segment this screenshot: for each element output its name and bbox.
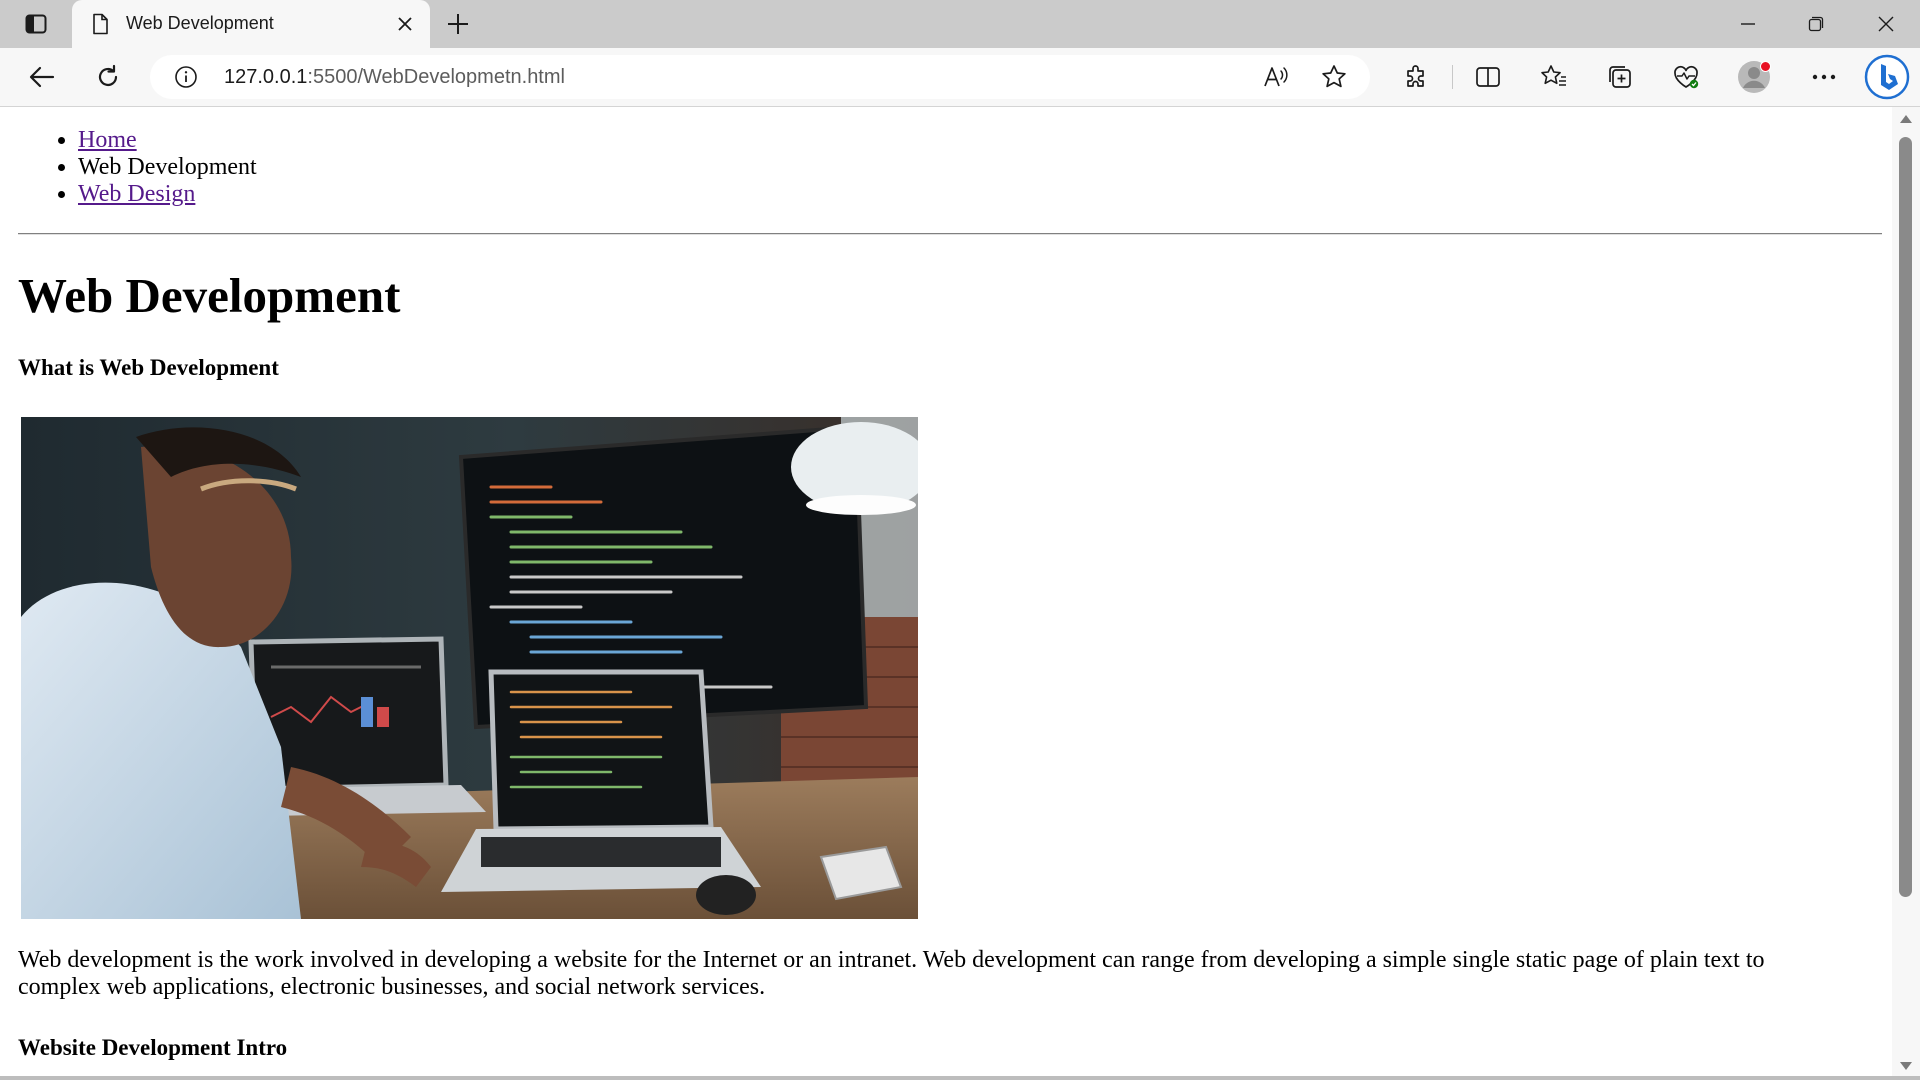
tab-strip: Web Development (0, 0, 1920, 48)
section-heading-intro: Website Development Intro (18, 1035, 288, 1060)
favorites-icon (1541, 65, 1566, 86)
browser-toolbar: 127.0.0.1:5500/WebDevelopmetn.html (0, 48, 1920, 106)
active-tab[interactable]: Web Development (72, 0, 430, 48)
more-icon (1812, 74, 1836, 80)
puzzle-icon (1407, 65, 1424, 87)
more-button[interactable] (1804, 57, 1844, 97)
vertical-tabs-icon (25, 14, 47, 34)
split-screen-button[interactable] (1468, 57, 1508, 97)
split-screen-icon (1476, 67, 1500, 87)
nav-link-home[interactable]: Home (78, 127, 137, 153)
tab-actions-button[interactable] (14, 10, 58, 38)
nav-item-web-design: Web Design (78, 181, 257, 208)
window-bottom-edge (0, 1076, 1920, 1080)
scroll-up-arrow-icon[interactable] (1900, 115, 1912, 123)
vertical-scrollbar[interactable] (1892, 107, 1920, 1080)
back-arrow-icon (29, 66, 55, 88)
close-window-button[interactable] (1852, 0, 1920, 48)
nav-item-web-development: Web Development (78, 154, 257, 181)
close-icon (1878, 16, 1894, 32)
url-path: :5500/WebDevelopmetn.html (307, 66, 565, 88)
minimize-icon (1741, 23, 1755, 25)
address-bar[interactable]: 127.0.0.1:5500/WebDevelopmetn.html (150, 55, 1370, 99)
read-aloud-icon (1264, 67, 1288, 87)
nav-item-home: Home (78, 127, 257, 154)
read-aloud-button[interactable] (1258, 59, 1294, 95)
scroll-down-arrow-icon[interactable] (1900, 1062, 1912, 1070)
copilot-button[interactable] (1864, 54, 1910, 100)
star-icon (1322, 65, 1346, 88)
back-button[interactable] (22, 57, 62, 97)
profile-button[interactable] (1734, 57, 1774, 97)
close-icon (398, 17, 412, 31)
new-tab-button[interactable] (440, 9, 476, 39)
intro-paragraph: Web development is the work involved in … (18, 947, 1765, 1000)
notification-dot (1760, 61, 1771, 72)
minimize-button[interactable] (1714, 0, 1782, 48)
section-heading-what-is: What is Web Development (18, 355, 279, 380)
toolbar-separator (1452, 65, 1453, 89)
site-nav: Home Web Development Web Design (6, 127, 257, 208)
performance-button[interactable] (1666, 57, 1706, 97)
heart-pulse-icon (1674, 65, 1699, 89)
extensions-button[interactable] (1396, 57, 1436, 97)
tab-title: Web Development (126, 13, 274, 33)
refresh-button[interactable] (88, 57, 128, 97)
url-text[interactable]: 127.0.0.1:5500/WebDevelopmetn.html (224, 66, 565, 89)
restore-button[interactable] (1782, 0, 1850, 48)
collections-button[interactable] (1600, 57, 1640, 97)
developer-workspace-photo (21, 417, 918, 919)
scrollbar-thumb[interactable] (1899, 137, 1912, 897)
page-viewport: Home Web Development Web Design Web Deve… (6, 107, 1892, 1080)
page-icon (93, 13, 108, 35)
hero-image (21, 417, 918, 919)
favorites-button[interactable] (1534, 57, 1574, 97)
refresh-icon (98, 64, 118, 86)
url-host: 127.0.0.1 (224, 66, 308, 88)
page-title: Web Development (18, 268, 401, 323)
collections-icon (1609, 66, 1631, 88)
bing-icon (1864, 54, 1910, 100)
plus-icon (448, 14, 468, 34)
horizontal-rule (18, 233, 1882, 235)
nav-link-web-design[interactable]: Web Design (78, 181, 195, 207)
favorite-button[interactable] (1316, 59, 1352, 95)
info-icon[interactable] (174, 65, 198, 89)
restore-icon (1808, 16, 1824, 32)
tab-close-button[interactable] (392, 11, 418, 37)
